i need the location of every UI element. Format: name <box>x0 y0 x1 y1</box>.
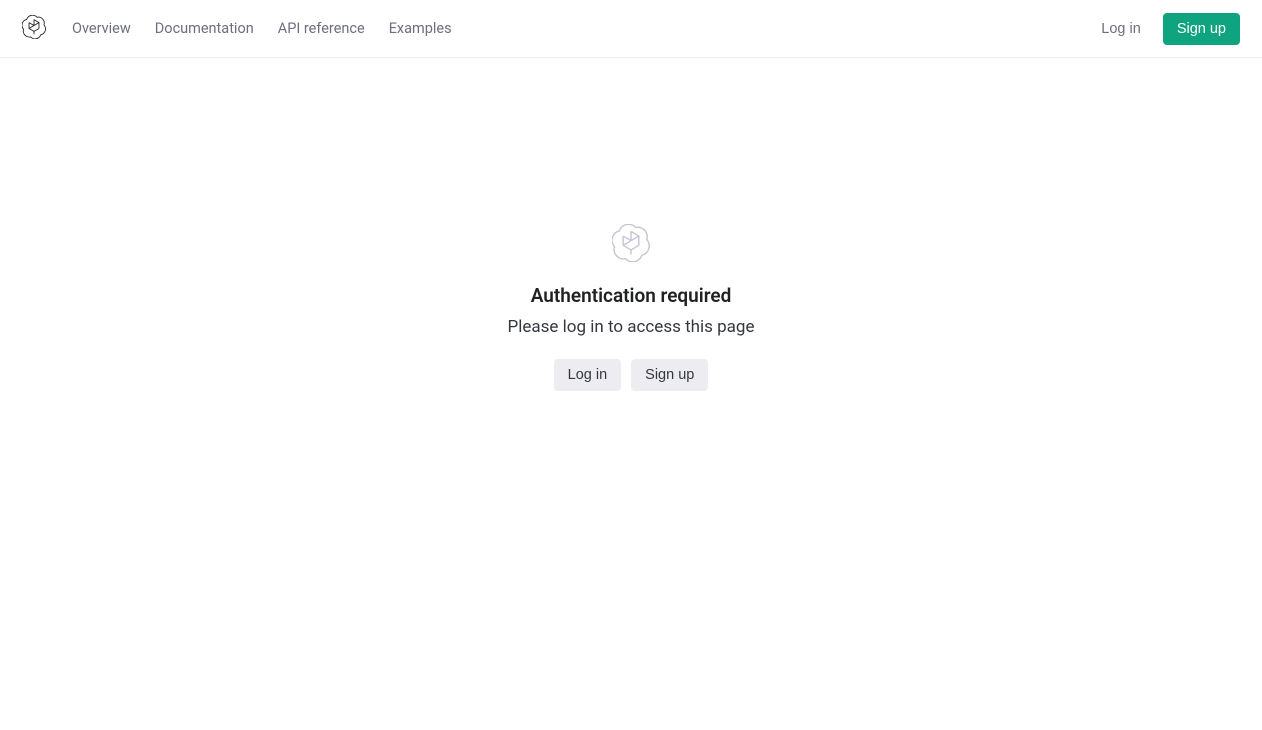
login-button[interactable]: Log in <box>554 359 622 391</box>
auth-title: Authentication required <box>531 284 732 307</box>
nav-signup-button[interactable]: Sign up <box>1163 13 1240 45</box>
nav-link-overview[interactable]: Overview <box>72 20 131 37</box>
auth-required-panel: Authentication required Please log in to… <box>0 224 1262 391</box>
nav-left: Overview Documentation API reference Exa… <box>22 15 452 43</box>
openai-hero-icon <box>612 224 650 266</box>
auth-button-row: Log in Sign up <box>554 359 709 391</box>
openai-logo-icon <box>22 15 46 43</box>
openai-logo-link[interactable] <box>22 15 46 43</box>
nav-link-examples[interactable]: Examples <box>389 20 452 37</box>
nav-login-button[interactable]: Log in <box>1101 21 1141 37</box>
top-navbar: Overview Documentation API reference Exa… <box>0 0 1262 58</box>
nav-link-api-reference[interactable]: API reference <box>278 20 365 37</box>
nav-right: Log in Sign up <box>1101 13 1240 45</box>
auth-subtitle: Please log in to access this page <box>508 317 755 337</box>
nav-link-documentation[interactable]: Documentation <box>155 20 254 37</box>
signup-button[interactable]: Sign up <box>631 359 708 391</box>
